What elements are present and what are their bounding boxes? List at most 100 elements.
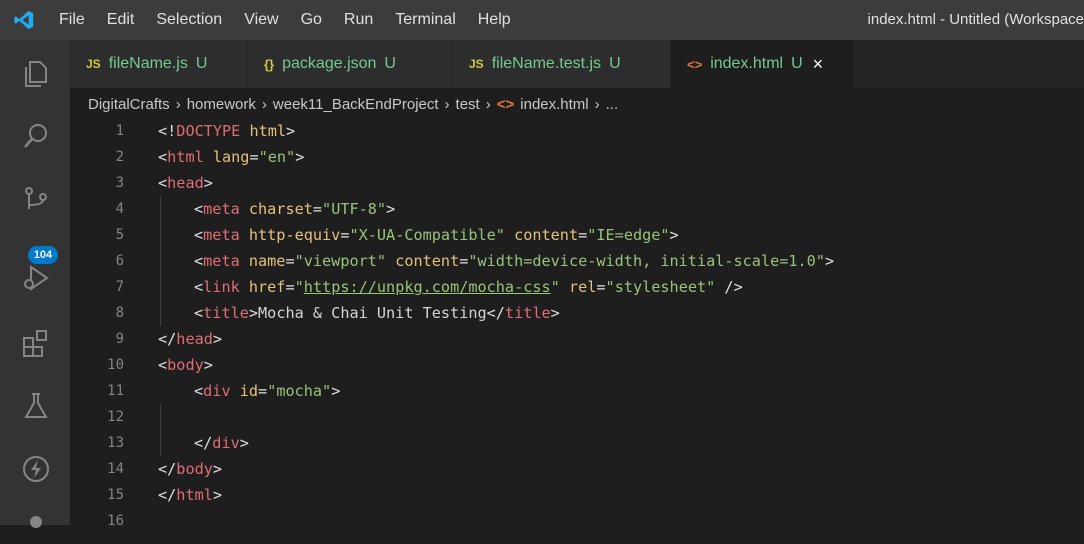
code-token: < bbox=[194, 200, 204, 218]
tab-filename-test-js[interactable]: JS fileName.test.js U bbox=[453, 40, 671, 88]
close-tab-icon[interactable]: × bbox=[813, 54, 824, 75]
tab-git-status: U bbox=[791, 55, 803, 72]
code-token: body bbox=[167, 356, 204, 374]
code-token: > bbox=[669, 226, 679, 244]
menu-file[interactable]: File bbox=[48, 11, 96, 29]
line-number: 2 bbox=[115, 149, 124, 165]
code-token: "stylesheet" bbox=[605, 278, 716, 296]
code-token: rel bbox=[559, 278, 597, 296]
breadcrumb-item[interactable]: week11_BackEndProject bbox=[273, 96, 439, 113]
code-token: = bbox=[312, 200, 323, 218]
code-text: </div> bbox=[194, 430, 249, 456]
code-token: html bbox=[176, 486, 213, 504]
tab-label: index.html bbox=[710, 55, 784, 72]
code-text: <html lang="en"> bbox=[158, 144, 304, 170]
editor-tab-bar: JS fileName.js U {} package.json U JS fi… bbox=[70, 40, 1084, 88]
menu-run[interactable]: Run bbox=[333, 11, 384, 29]
code-token: = bbox=[578, 226, 588, 244]
menu-help[interactable]: Help bbox=[467, 11, 522, 29]
lightning-icon[interactable] bbox=[20, 453, 52, 485]
code-text: <link href="https://unpkg.com/mocha-css"… bbox=[194, 274, 743, 300]
menu-terminal[interactable]: Terminal bbox=[384, 11, 466, 29]
tab-filename-js[interactable]: JS fileName.js U bbox=[70, 40, 248, 88]
code-token: id bbox=[230, 382, 259, 400]
code-token: " bbox=[550, 278, 560, 296]
line-number: 3 bbox=[115, 175, 124, 191]
code-text: <div id="mocha"> bbox=[194, 378, 340, 404]
explorer-icon[interactable] bbox=[20, 58, 52, 90]
breadcrumb-symbols[interactable]: ... bbox=[606, 96, 619, 113]
window-title: index.html - Untitled (Workspace bbox=[867, 11, 1084, 28]
indent-guide bbox=[160, 404, 161, 456]
tab-git-status: U bbox=[195, 55, 208, 72]
code-token: < bbox=[194, 304, 204, 322]
code-token: < bbox=[158, 356, 168, 374]
code-token: div bbox=[212, 434, 240, 452]
code-token: name bbox=[239, 252, 286, 270]
code-token: > bbox=[286, 122, 296, 140]
code-token: > bbox=[212, 330, 223, 348]
code-token: lang bbox=[203, 148, 250, 166]
source-control-icon[interactable] bbox=[20, 185, 52, 217]
code-text: <body> bbox=[158, 352, 213, 378]
menu-edit[interactable]: Edit bbox=[96, 11, 146, 29]
chevron-right-icon: › bbox=[261, 95, 267, 113]
code-text: <title>Mocha & Chai Unit Testing</title> bbox=[194, 300, 560, 326]
title-bar: File Edit Selection View Go Run Terminal… bbox=[0, 0, 1084, 40]
breadcrumb-file[interactable]: index.html bbox=[520, 96, 588, 113]
activity-bar: 104 bbox=[0, 40, 70, 528]
breadcrumb-item[interactable]: DigitalCrafts bbox=[88, 96, 170, 113]
code-token: meta bbox=[203, 252, 240, 270]
code-token: "UTF-8" bbox=[322, 200, 387, 218]
code-token: > bbox=[824, 252, 835, 270]
code-token: title bbox=[203, 304, 249, 322]
line-number: 15 bbox=[107, 487, 124, 503]
tab-label: package.json bbox=[282, 55, 377, 72]
tab-label: fileName.js bbox=[108, 55, 188, 72]
indent-guide bbox=[160, 196, 161, 326]
tab-index-html[interactable]: <> index.html U × bbox=[671, 40, 854, 88]
line-number: 6 bbox=[115, 253, 124, 269]
testing-icon[interactable] bbox=[20, 390, 52, 422]
code-text: </html> bbox=[158, 482, 222, 508]
menu-selection[interactable]: Selection bbox=[145, 11, 233, 29]
code-token: < bbox=[194, 278, 204, 296]
line-number: 13 bbox=[107, 435, 124, 451]
code-token: < bbox=[158, 174, 168, 192]
code-token: = bbox=[258, 382, 268, 400]
code-token: = bbox=[596, 278, 606, 296]
code-token: < bbox=[194, 382, 204, 400]
account-icon[interactable] bbox=[20, 512, 52, 544]
line-number: 1 bbox=[115, 123, 124, 139]
code-token: </ bbox=[158, 486, 177, 504]
extensions-icon[interactable] bbox=[20, 327, 52, 359]
code-token: meta bbox=[203, 226, 240, 244]
code-token: = bbox=[249, 148, 259, 166]
code-token: > bbox=[295, 148, 305, 166]
breadcrumb-item[interactable]: test bbox=[456, 96, 480, 113]
code-token: meta bbox=[203, 200, 240, 218]
vscode-logo-icon bbox=[0, 0, 48, 40]
menu-view[interactable]: View bbox=[233, 11, 289, 29]
run-debug-icon[interactable] bbox=[20, 262, 52, 294]
line-number: 9 bbox=[115, 331, 124, 347]
breadcrumb-item[interactable]: homework bbox=[187, 96, 256, 113]
chevron-right-icon: › bbox=[485, 95, 491, 113]
tab-git-status: U bbox=[384, 55, 396, 72]
code-token: body bbox=[176, 460, 213, 478]
code-token: html bbox=[240, 122, 287, 140]
code-token: > bbox=[203, 174, 213, 192]
search-icon[interactable] bbox=[20, 120, 52, 152]
code-text: <head> bbox=[158, 170, 213, 196]
menu-go[interactable]: Go bbox=[290, 11, 333, 29]
line-number: 11 bbox=[107, 383, 124, 399]
code-text: <meta name="viewport" content="width=dev… bbox=[194, 248, 834, 274]
code-token: "viewport" bbox=[294, 252, 387, 270]
code-editor[interactable]: 1 <!DOCTYPE html> 2 <html lang="en"> 3 <head>… bbox=[70, 118, 1084, 529]
line-number: 4 bbox=[115, 201, 124, 217]
json-file-icon: {} bbox=[264, 56, 275, 72]
code-token: http-equiv bbox=[239, 226, 341, 244]
code-token: content bbox=[504, 226, 579, 244]
code-token: " bbox=[294, 278, 304, 296]
tab-package-json[interactable]: {} package.json U bbox=[248, 40, 453, 88]
